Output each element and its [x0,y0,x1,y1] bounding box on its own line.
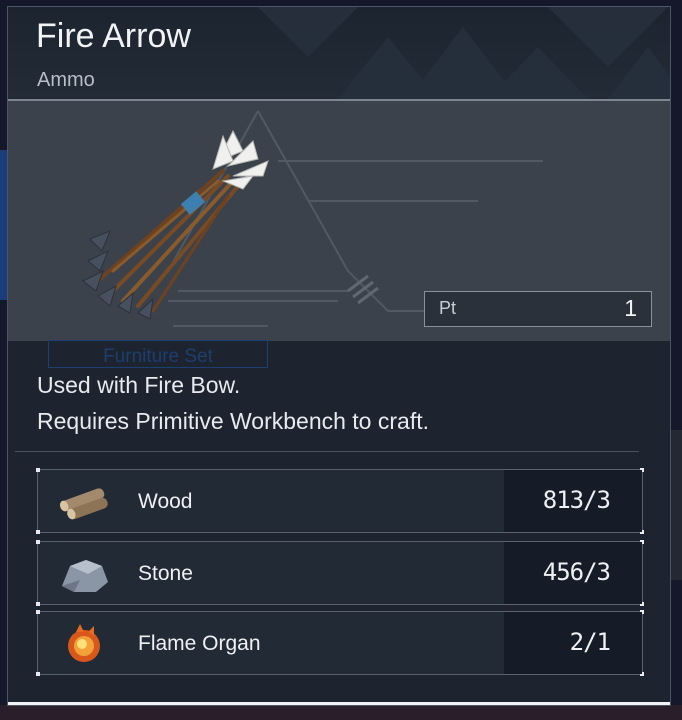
wood-icon [59,488,108,520]
background-window-edge-right [670,430,682,580]
requirement-quantity-box: 2/1 [504,612,642,674]
requirement-quantity-box: 813/3 [504,470,642,532]
item-category: Ammo [37,69,95,91]
item-title: Fire Arrow [36,17,191,55]
divider [15,451,639,452]
item-header: Fire Arrow Ammo [8,7,670,101]
flame-organ-icon [68,624,100,662]
requirement-name: Flame Organ [138,632,261,655]
arrow-bundle-icon [82,129,269,320]
background-furniture-set-button: Furniture Set [48,340,268,368]
requirement-row-flame-organ: Flame Organ 2/1 [36,610,644,676]
item-detail-panel: Fire Arrow Ammo Pt 1 Furniture Set Used … [7,6,671,706]
requirement-quantity-box: 456/3 [504,542,642,604]
panel-bottom-bar [8,702,670,705]
description-line-1: Used with Fire Bow. [37,372,241,398]
points-box: Pt 1 [424,291,652,327]
item-preview: Pt 1 [8,101,670,341]
requirement-row-wood: Wood 813/3 [36,468,644,534]
description-line-2: Requires Primitive Workbench to craft. [37,408,429,434]
requirement-name: Stone [138,562,193,585]
item-description: Used with Fire Bow. Requires Primitive W… [37,367,429,439]
background-window-edge [0,150,7,300]
requirement-quantity: 456/3 [542,558,611,586]
points-label: Pt [439,298,457,318]
points-value: 1 [624,295,637,321]
background-strip [0,705,682,720]
requirement-quantity: 2/1 [569,628,611,656]
requirement-row-stone: Stone 456/3 [36,540,644,606]
requirement-name: Wood [138,490,193,513]
requirement-quantity: 813/3 [542,486,611,514]
stone-icon [62,560,108,592]
